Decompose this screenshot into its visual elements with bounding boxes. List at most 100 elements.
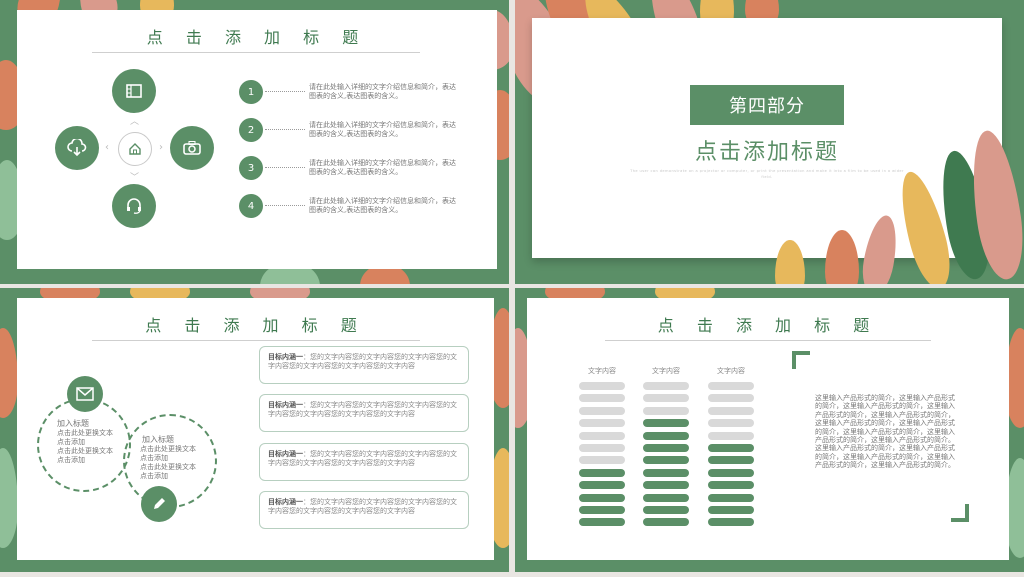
progress-pill: [579, 468, 625, 477]
progress-pill: [708, 419, 754, 428]
step-text: 请在此处输入详细的文字介绍信息和简介，表达图表的含义,表达图表的含义。: [309, 83, 456, 100]
step-text: 请在此处输入详细的文字介绍信息和简介，表达图表的含义,表达图表的含义。: [309, 121, 456, 138]
column-label: 文字内容: [717, 367, 745, 375]
progress-pill: [579, 481, 625, 490]
progress-pill: [708, 394, 754, 403]
title-divider: [605, 340, 931, 341]
connector-line: [265, 129, 305, 130]
progress-pill: [579, 382, 625, 390]
leaf-decoration: [0, 328, 18, 418]
goal-label: 目标内涵一: [268, 450, 303, 458]
block-label: 加入标题: [57, 419, 89, 428]
progress-pill: [643, 493, 689, 502]
progress-pill: [643, 444, 689, 452]
section-label: 第四部分: [729, 96, 805, 117]
camera-icon[interactable]: [170, 126, 214, 170]
slide-2[interactable]: 第四部分 点击添加标题 The user can demonstrate on …: [515, 0, 1024, 284]
bracket-bottom-right: [951, 504, 969, 522]
progress-pill: [708, 456, 754, 465]
progress-pill: [708, 468, 754, 477]
progress-pill: [579, 419, 625, 428]
pencil-icon[interactable]: [141, 486, 177, 522]
cloud-download-icon[interactable]: [55, 126, 99, 170]
slide-1[interactable]: 点 击 添 加 标 题 ︿ ﹀ ‹ › 1 请在此处输入详细的文字介绍信息和简介…: [0, 0, 509, 284]
progress-pill: [643, 506, 689, 514]
leaf-decoration: [0, 448, 18, 548]
goal-box[interactable]: 目标内涵一：您的文字内容您的文字内容您的文字内容您的文字内容您的文字内容您的文字…: [259, 394, 469, 432]
chevron-down-icon: ﹀: [130, 173, 140, 183]
block-line: 点击此处更换文本: [140, 445, 196, 453]
content-card: 点 击 添 加 标 题 加入标题 点击此处更换文本 点击添加 点击此处更换文本 …: [17, 298, 494, 560]
column-label: 文字内容: [652, 367, 680, 375]
slide-title: 点 击 添 加 标 题: [146, 28, 368, 47]
bracket-top-left: [792, 351, 810, 369]
progress-pill: [643, 481, 689, 490]
mail-icon[interactable]: [67, 376, 103, 412]
progress-pill: [708, 431, 754, 440]
description-paragraph: 这里输入产品形式的简介，这里输入产品形式的简介，这里输入产品形式的简介，这里输入…: [815, 394, 955, 470]
goal-label: 目标内涵一: [268, 401, 303, 409]
headset-icon[interactable]: [112, 184, 156, 228]
block-line: 点击添加: [57, 456, 85, 464]
film-icon[interactable]: [112, 69, 156, 113]
progress-pill: [643, 456, 689, 465]
block-line: 点击添加: [140, 472, 168, 480]
progress-pill: [579, 506, 625, 514]
progress-pill: [643, 518, 689, 527]
title-divider: [92, 52, 420, 53]
chevron-left-icon: ‹: [105, 142, 109, 153]
slide-title: 点 击 添 加 标 题: [145, 316, 366, 335]
progress-pill: [643, 406, 689, 415]
step-number: 3: [239, 156, 263, 180]
block-line: 点击此处更换文本: [57, 447, 113, 455]
column-label: 文字内容: [588, 367, 616, 375]
block-line: 点击添加: [57, 438, 85, 446]
progress-pill: [579, 518, 625, 527]
content-card: 点 击 添 加 标 题 文字内容 文字内容 文字内容 这里输入产品形式的简介，这…: [527, 298, 1009, 560]
chevron-right-icon: ›: [159, 142, 163, 153]
progress-pill: [708, 444, 754, 452]
progress-pill: [708, 481, 754, 490]
goal-box[interactable]: 目标内涵一：您的文字内容您的文字内容您的文字内容您的文字内容您的文字内容您的文字…: [259, 491, 469, 529]
slide-3[interactable]: 点 击 添 加 标 题 加入标题 点击此处更换文本 点击添加 点击此处更换文本 …: [0, 288, 509, 572]
block-line: 点击添加: [140, 454, 168, 462]
progress-pill: [643, 419, 689, 428]
block-line: 点击此处更换文本: [57, 429, 113, 437]
goal-label: 目标内涵一: [268, 353, 303, 361]
progress-pill: [643, 394, 689, 403]
connector-line: [265, 167, 305, 168]
goal-label: 目标内涵一: [268, 498, 303, 506]
chevron-up-icon: ︿: [130, 117, 140, 127]
progress-pill: [579, 493, 625, 502]
goal-box[interactable]: 目标内涵一：您的文字内容您的文字内容您的文字内容您的文字内容您的文字内容您的文字…: [259, 346, 469, 384]
goal-box[interactable]: 目标内涵一：您的文字内容您的文字内容您的文字内容您的文字内容您的文字内容您的文字…: [259, 443, 469, 481]
block-label: 加入标题: [142, 435, 174, 444]
block-line: 点击此处更换文本: [140, 463, 196, 471]
progress-pill: [579, 444, 625, 452]
progress-pill: [579, 431, 625, 440]
step-number: 2: [239, 118, 263, 142]
step-text: 请在此处输入详细的文字介绍信息和简介，表达图表的含义,表达图表的含义。: [309, 159, 456, 176]
progress-pill: [643, 468, 689, 477]
progress-pill: [708, 506, 754, 514]
progress-pill: [579, 406, 625, 415]
slide-title: 点 击 添 加 标 题: [657, 316, 879, 335]
progress-pill: [708, 406, 754, 415]
connector-line: [265, 91, 305, 92]
content-card: 点 击 添 加 标 题 ︿ ﹀ ‹ › 1 请在此处输入详细的文字介绍信息和简介…: [17, 10, 497, 269]
progress-pill: [643, 382, 689, 390]
progress-pill: [579, 394, 625, 403]
progress-pill: [708, 518, 754, 527]
progress-pill: [643, 431, 689, 440]
section-badge: 第四部分: [690, 85, 844, 125]
progress-pill: [708, 493, 754, 502]
step-text: 请在此处输入详细的文字介绍信息和简介，表达图表的含义,表达图表的含义。: [309, 197, 456, 214]
section-title: 点击添加标题: [694, 140, 839, 165]
home-icon[interactable]: [118, 132, 152, 166]
step-number: 4: [239, 194, 263, 218]
title-divider: [92, 340, 420, 341]
section-subtitle: The user can demonstrate on a projector …: [630, 169, 904, 179]
connector-line: [265, 205, 305, 206]
slide-4[interactable]: 点 击 添 加 标 题 文字内容 文字内容 文字内容 这里输入产品形式的简介，这…: [515, 288, 1024, 572]
progress-pill: [708, 382, 754, 390]
